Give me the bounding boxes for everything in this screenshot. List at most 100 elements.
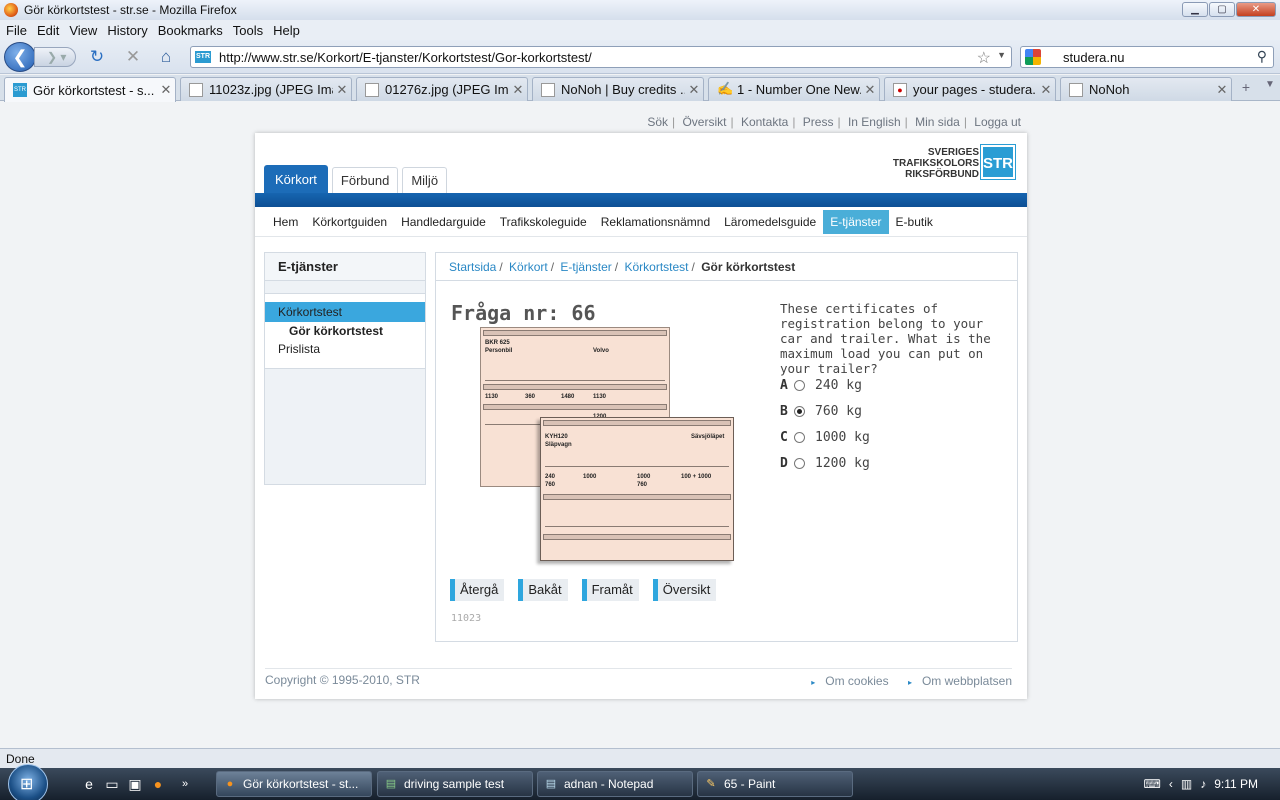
tab-nonoh-buy-credits[interactable]: NoNoh | Buy credits ... ✕ xyxy=(532,77,704,101)
breadcrumb-separator: / xyxy=(550,260,555,274)
tab-korkort[interactable]: Körkort xyxy=(264,165,328,193)
tab-close-icon[interactable]: ✕ xyxy=(861,82,879,98)
tab-close-icon[interactable]: ✕ xyxy=(333,82,351,98)
breadcrumb-startsida[interactable]: Startsida xyxy=(449,260,496,274)
answer-c-radio[interactable] xyxy=(794,431,805,443)
breadcrumb-e-tjanster[interactable]: E-tjänster xyxy=(560,260,611,274)
taskbar-driving-sample-test[interactable]: ▤ driving sample test xyxy=(377,771,533,797)
switch-windows-icon[interactable]: ▣ xyxy=(126,775,144,793)
tab-miljo[interactable]: Miljö xyxy=(402,167,448,193)
url-bar[interactable]: STR http://www.str.se/Korkort/E-tjanster… xyxy=(190,46,1012,68)
tab-01276z-jpg[interactable]: 01276z.jpg (JPEG Ima... ✕ xyxy=(356,77,528,101)
maximize-button[interactable]: ▢ xyxy=(1209,2,1235,17)
answer-c[interactable]: C 1000 kg xyxy=(780,424,870,450)
close-window-button[interactable]: ✕ xyxy=(1236,2,1276,17)
link-press[interactable]: Press xyxy=(803,115,834,129)
tab-nonoh[interactable]: NoNoh ✕ xyxy=(1060,77,1232,101)
subnav-hem[interactable]: Hem xyxy=(266,210,305,234)
google-icon[interactable] xyxy=(1025,49,1041,65)
tab-11023z-jpg[interactable]: 11023z.jpg (JPEG Ima... ✕ xyxy=(180,77,352,101)
subnav-reklamationsnamnd[interactable]: Reklamationsnämnd xyxy=(594,210,717,234)
breadcrumb-korkortstest[interactable]: Körkortstest xyxy=(624,260,688,274)
bookmark-star-icon[interactable]: ☆ xyxy=(977,48,991,68)
tray-expand-icon[interactable]: ‹ xyxy=(1169,777,1173,791)
answer-d-radio[interactable] xyxy=(794,457,805,469)
stop-icon[interactable]: ✕ xyxy=(124,48,142,66)
firefox-quicklaunch-icon[interactable]: ● xyxy=(149,775,167,793)
start-button[interactable]: ⊞ xyxy=(8,764,48,800)
tab-close-icon[interactable]: ✕ xyxy=(157,82,175,98)
link-kontakta[interactable]: Kontakta xyxy=(741,115,788,129)
show-desktop-icon[interactable]: ▭ xyxy=(103,775,121,793)
subnav-handledarguide[interactable]: Handledarguide xyxy=(394,210,493,234)
trailer-value: 240 xyxy=(545,474,556,480)
menu-tools[interactable]: Tools xyxy=(233,23,263,38)
forward-button[interactable]: ❯ ▾ xyxy=(34,47,76,67)
menu-help[interactable]: Help xyxy=(273,23,300,38)
search-bar[interactable]: studera.nu ⚲ xyxy=(1020,46,1274,68)
link-in-english[interactable]: In English xyxy=(848,115,901,129)
separator: | xyxy=(792,115,796,129)
answer-d[interactable]: D 1200 kg xyxy=(780,450,870,476)
tab-forbund[interactable]: Förbund xyxy=(331,167,399,193)
link-sok[interactable]: Sök xyxy=(647,115,668,129)
taskbar-notepad[interactable]: ▤ adnan - Notepad xyxy=(537,771,693,797)
link-logga-ut[interactable]: Logga ut xyxy=(974,115,1021,129)
reload-icon[interactable]: ↻ xyxy=(88,48,106,66)
subnav-korkortguiden[interactable]: Körkortguiden xyxy=(305,210,394,234)
internet-explorer-icon[interactable]: e xyxy=(80,775,98,793)
tab-close-icon[interactable]: ✕ xyxy=(1037,82,1055,98)
back-question-button[interactable]: Bakåt xyxy=(518,579,568,601)
search-input[interactable]: studera.nu xyxy=(1063,50,1124,65)
tab-your-pages-studera[interactable]: ● your pages - studera.... ✕ xyxy=(884,77,1056,101)
breadcrumb-korkort[interactable]: Körkort xyxy=(509,260,548,274)
page-icon xyxy=(541,82,555,97)
tab-close-icon[interactable]: ✕ xyxy=(685,82,703,98)
tab-gor-korkortstest[interactable]: STR Gör körkortstest - s... ✕ xyxy=(4,77,176,102)
str-logo[interactable]: SVERIGES TRAFIKSKOLORS RIKSFÖRBUND STR xyxy=(891,144,1016,181)
answer-a-radio[interactable] xyxy=(794,379,805,391)
tab-number-one-new[interactable]: ✍ 1 - Number One New... ✕ xyxy=(708,77,880,101)
subnav-e-tjanster[interactable]: E-tjänster xyxy=(823,209,889,234)
network-icon[interactable]: ▥ xyxy=(1181,777,1192,791)
link-oversikt[interactable]: Översikt xyxy=(682,115,726,129)
forward-question-button[interactable]: Framåt xyxy=(581,579,639,601)
new-tab-icon[interactable]: + xyxy=(1236,79,1256,99)
answer-a[interactable]: A 240 kg xyxy=(780,372,870,398)
car-value: 1130 xyxy=(593,394,607,400)
menu-file[interactable]: File xyxy=(6,23,27,38)
sidebar-item-prislista[interactable]: Prislista xyxy=(265,340,425,358)
clock[interactable]: 9:11 PM xyxy=(1214,777,1258,791)
overview-button[interactable]: Översikt xyxy=(652,579,717,601)
menu-view[interactable]: View xyxy=(69,23,97,38)
home-icon[interactable]: ⌂ xyxy=(157,48,175,66)
menu-history[interactable]: History xyxy=(107,23,147,38)
volume-icon[interactable]: ♪ xyxy=(1200,777,1206,791)
menu-edit[interactable]: Edit xyxy=(37,23,59,38)
link-min-sida[interactable]: Min sida xyxy=(915,115,960,129)
subnav-trafikskoleguide[interactable]: Trafikskoleguide xyxy=(493,210,594,234)
tab-close-icon[interactable]: ✕ xyxy=(509,82,527,98)
tab-close-icon[interactable]: ✕ xyxy=(1213,82,1231,98)
answer-b[interactable]: B 760 kg xyxy=(780,398,870,424)
sidebar-item-gor-korkortstest[interactable]: Gör körkortstest xyxy=(265,322,425,340)
back-button[interactable]: ❮ xyxy=(4,42,36,72)
taskbar-paint[interactable]: ✎ 65 - Paint xyxy=(697,771,853,797)
taskbar-firefox[interactable]: ● Gör körkortstest - st... xyxy=(216,771,372,797)
minimize-button[interactable]: ▁ xyxy=(1182,2,1208,17)
keyboard-icon[interactable]: ⌨ xyxy=(1144,777,1161,791)
footer-link-webbplatsen[interactable]: ▸ Om webbplatsen xyxy=(900,674,1012,688)
quicklaunch-overflow-icon[interactable]: » xyxy=(176,775,194,793)
answer-b-radio[interactable] xyxy=(794,405,805,417)
tab-label: NoNoh xyxy=(1089,82,1130,97)
tab-list-icon[interactable]: ▼ xyxy=(1262,79,1278,99)
search-icon[interactable]: ⚲ xyxy=(1257,48,1267,65)
return-button[interactable]: Återgå xyxy=(450,579,505,601)
url-dropdown-icon[interactable]: ▼ xyxy=(997,50,1006,60)
sidebar-item-korkortstest[interactable]: Körkortstest xyxy=(265,302,425,322)
url-text[interactable]: http://www.str.se/Korkort/E-tjanster/Kor… xyxy=(219,50,592,65)
subnav-laromedelsguide[interactable]: Läromedelsguide xyxy=(717,210,823,234)
footer-link-cookies[interactable]: ▸ Om cookies xyxy=(803,674,888,688)
menu-bookmarks[interactable]: Bookmarks xyxy=(158,23,223,38)
subnav-e-butik[interactable]: E-butik xyxy=(889,210,940,234)
